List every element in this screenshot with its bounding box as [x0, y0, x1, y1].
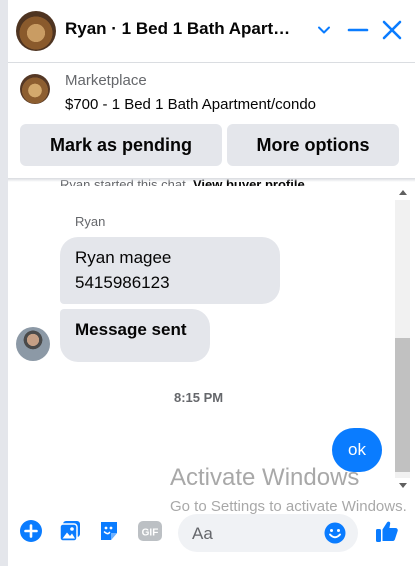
- chat-avatar[interactable]: [16, 11, 56, 51]
- message-text: ok: [348, 440, 366, 459]
- close-icon[interactable]: [378, 16, 406, 44]
- header-divider: [8, 62, 415, 63]
- scroll-up-arrow-icon[interactable]: [396, 186, 410, 198]
- chevron-down-icon[interactable]: [310, 16, 338, 44]
- plus-circle-icon[interactable]: [17, 517, 45, 545]
- thumbs-up-icon[interactable]: [373, 517, 401, 545]
- activate-windows-title: Activate Windows: [170, 464, 360, 491]
- chat-header: Ryan · 1 Bed 1 Bath Apart…: [8, 0, 415, 62]
- listing-thumbnail[interactable]: [20, 74, 50, 104]
- left-edge-strip: [0, 0, 8, 566]
- listing-title[interactable]: $700 - 1 Bed 1 Bath Apartment/condo: [65, 96, 316, 113]
- chat-title[interactable]: Ryan · 1 Bed 1 Bath Apart…: [65, 19, 305, 39]
- listing-shadow: [8, 178, 415, 182]
- more-options-button[interactable]: More options: [227, 124, 399, 166]
- mark-as-pending-button[interactable]: Mark as pending: [20, 124, 222, 166]
- minimize-icon[interactable]: [344, 16, 372, 44]
- photo-icon[interactable]: [56, 517, 84, 545]
- scroll-down-arrow-icon[interactable]: [396, 480, 410, 492]
- message-composer: [178, 514, 358, 552]
- message-line: Ryan magee: [75, 248, 172, 267]
- message-input[interactable]: [190, 520, 322, 548]
- emoji-icon[interactable]: [323, 521, 347, 545]
- message-line: 5415986123: [75, 273, 170, 292]
- scrollbar-thumb[interactable]: [395, 338, 410, 472]
- sticker-icon[interactable]: [95, 517, 123, 545]
- message-bubble-incoming[interactable]: Ryan magee 5415986123: [60, 237, 280, 304]
- message-bubble-incoming[interactable]: Message sent: [60, 309, 210, 362]
- svg-text:GIF: GIF: [142, 528, 159, 539]
- marketplace-label: Marketplace: [65, 72, 147, 89]
- sender-name: Ryan: [75, 214, 106, 229]
- message-text: Message sent: [75, 320, 187, 339]
- activate-windows-subtitle: Go to Settings to activate Windows.: [170, 498, 407, 515]
- message-timestamp: 8:15 PM: [174, 390, 224, 405]
- gif-icon[interactable]: GIF: [136, 517, 164, 545]
- sender-avatar[interactable]: [16, 327, 50, 361]
